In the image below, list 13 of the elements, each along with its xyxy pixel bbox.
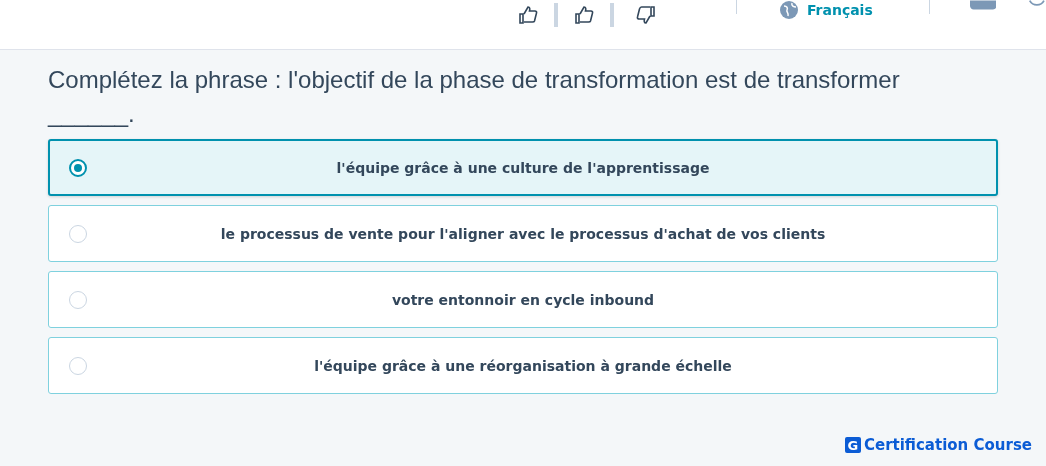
globe-icon[interactable] xyxy=(778,0,799,20)
answer-option[interactable]: l'équipe grâce à une réorganisation à grande échelle xyxy=(48,337,998,394)
thumbs-down-icon[interactable] xyxy=(636,6,656,24)
answer-option[interactable]: votre entonnoir en cycle inbound xyxy=(48,271,998,328)
language-selector[interactable]: Français xyxy=(806,1,873,19)
thumbs-up-icon[interactable] xyxy=(518,6,538,24)
brand-name: Certification Course xyxy=(863,436,1032,454)
question-text: Complétez la phrase : l'objectif de la phase de transformation est de transformer ______. xyxy=(48,65,901,129)
logo-icon: G xyxy=(844,437,861,453)
answer-option[interactable]: le processus de vente pour l'aligner avec le processus d'achat de vos clients xyxy=(48,205,998,262)
answer-option[interactable]: l'équipe grâce à une culture de l'apprentissage xyxy=(48,139,998,196)
thumbs-up-icon[interactable] xyxy=(574,6,594,24)
radio-button[interactable] xyxy=(69,158,87,177)
